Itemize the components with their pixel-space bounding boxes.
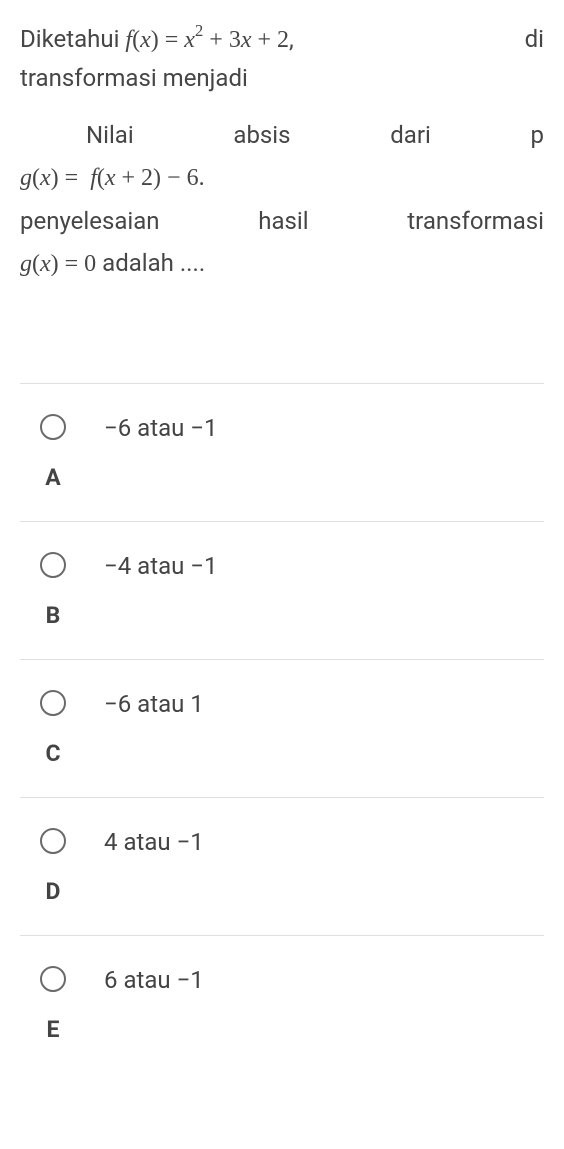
option-letter: A: [45, 464, 60, 491]
option-left: B: [40, 552, 66, 629]
text: hasil: [258, 202, 308, 240]
option-d[interactable]: D 4 atau −1: [20, 797, 544, 935]
radio-icon[interactable]: [40, 828, 66, 854]
question-block: Diketahui f(x) = x2 + 3x + 2, di transfo…: [20, 20, 544, 283]
option-left: E: [40, 966, 66, 1043]
option-text: 4 atau −1: [104, 828, 204, 856]
text: Nilai: [86, 116, 134, 154]
text: ,: [289, 25, 294, 53]
text: transformasi: [407, 202, 544, 240]
text: absis: [233, 116, 290, 154]
text-segment: Diketahui f(x) = x2 + 3x + 2,: [20, 20, 294, 59]
option-left: C: [40, 690, 66, 767]
option-e[interactable]: E 6 atau −1: [20, 935, 544, 1073]
math-expression: f(x) = x2 + 3x + 2: [125, 27, 289, 53]
radio-icon[interactable]: [40, 966, 66, 992]
text: transformasi menjadi: [20, 64, 248, 92]
question-line-6: g(x) = 0 adalah ....: [20, 244, 544, 283]
question-line-1: Diketahui f(x) = x2 + 3x + 2, di: [20, 20, 544, 59]
text: p: [531, 116, 544, 154]
option-text: −4 atau −1: [104, 552, 218, 580]
option-c[interactable]: C −6 atau 1: [20, 659, 544, 797]
radio-icon[interactable]: [40, 552, 66, 578]
math-expression: g(x) = 0: [20, 251, 96, 277]
question-line-4: g(x) = f(x + 2) − 6.: [20, 158, 544, 197]
question-line-3: Nilai absis dari p: [20, 116, 544, 154]
question-line-2: transformasi menjadi: [20, 59, 544, 97]
option-text: 6 atau −1: [104, 966, 204, 994]
option-left: A: [40, 414, 66, 491]
option-letter: C: [45, 740, 60, 767]
text: Diketahui: [20, 25, 125, 53]
option-text: −6 atau 1: [104, 690, 204, 718]
question-line-5: penyelesaian hasil transformasi: [20, 202, 544, 240]
options-list: A −6 atau −1 B −4 atau −1 C −6 atau 1 D …: [20, 383, 544, 1073]
option-left: D: [40, 828, 66, 905]
option-b[interactable]: B −4 atau −1: [20, 521, 544, 659]
option-letter: D: [46, 878, 61, 905]
text: dari: [390, 116, 431, 154]
text: di: [525, 20, 544, 58]
radio-icon[interactable]: [40, 690, 66, 716]
text: penyelesaian: [20, 202, 160, 240]
option-a[interactable]: A −6 atau −1: [20, 383, 544, 521]
option-text: −6 atau −1: [104, 414, 218, 442]
text: adalah ....: [96, 249, 205, 277]
math-expression: g(x) = f(x + 2) − 6.: [20, 165, 205, 191]
option-letter: E: [47, 1016, 60, 1043]
option-letter: B: [46, 602, 61, 629]
radio-icon[interactable]: [40, 414, 66, 440]
